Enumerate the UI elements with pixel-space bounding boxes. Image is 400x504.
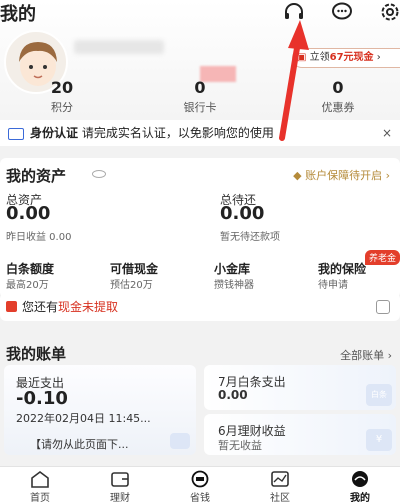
tab-wealth[interactable]: 理财 [80,467,160,504]
stat-points[interactable]: 20 积分 [22,78,102,115]
june-wealth-card[interactable]: 6月理财收益 暂无收益 ¥ [204,414,396,455]
yen-watermark-icon: ¥ [366,429,392,451]
tab-profile[interactable]: 我的 [320,467,400,504]
promo-gift-icon: ▣ [297,52,307,63]
baitiao-watermark-icon: 白条 [366,384,392,406]
repay-status: 暂无待还款项 [220,232,280,243]
settings-icon[interactable] [378,0,400,24]
home-icon [31,471,49,488]
total-repay-value[interactable]: 0.00 [220,203,264,224]
profile-icon [352,471,368,487]
assets-title: 我的资产 [6,167,67,185]
profile-header: 我的 ▣ 立领67元现金 › 20 积分 0 银行卡 0 优惠券 [0,0,400,120]
yesterday-earnings: 昨日收益 0.00 [6,232,72,243]
tab-home[interactable]: 首页 [0,467,80,504]
dismiss-icon[interactable] [376,300,390,314]
recent-expense-card[interactable]: 最近支出 -0.10 2022年02月04日 11:45... 【请勿从此页面下… [4,365,196,455]
bottom-tab-bar: 首页 理财 省钱 社区 我的 [0,466,400,504]
bills-title: 我的账单 [6,345,67,363]
wallet-icon [111,472,129,487]
tab-community[interactable]: 社区 [240,467,320,504]
stat-coupons[interactable]: 0 优惠券 [298,78,378,115]
headset-icon[interactable] [282,0,306,24]
eye-icon[interactable] [92,170,106,178]
message-icon[interactable] [330,0,354,24]
pension-badge: 养老金 [364,250,400,265]
close-icon[interactable]: × [382,120,392,146]
stat-bank-cards[interactable]: 0 银行卡 [160,78,240,115]
total-assets-value[interactable]: 0.00 [6,203,50,224]
chevron-right-icon [170,433,190,449]
id-card-icon [8,127,24,140]
identity-verification-bar[interactable]: 身份认证 请完成实名认证，以免影响您的使用 × [0,120,400,146]
username-blurred [74,40,164,54]
account-guard-link[interactable]: ◆ 账户保障待开启 › [293,167,390,183]
july-baitiao-card[interactable]: 7月白条支出 0.00 白条 [204,365,396,410]
all-bills-link[interactable]: 全部账单 › [340,347,392,363]
page-title: 我的 [0,4,36,25]
shield-icon: ◆ [293,169,306,182]
red-packet-icon [6,301,17,312]
chevron-right-icon: › [376,52,381,63]
save-money-icon [191,470,209,488]
cash-promo-button[interactable]: ▣ 立领67元现金 › [292,48,400,68]
cash-notice[interactable]: 您还有现金未提取 [0,293,400,321]
community-icon [271,471,289,487]
tab-save-money[interactable]: 省钱 [160,467,240,504]
assets-card: 我的资产 ◆ 账户保障待开启 › 总资产 0.00 昨日收益 0.00 总待还 … [0,158,400,298]
